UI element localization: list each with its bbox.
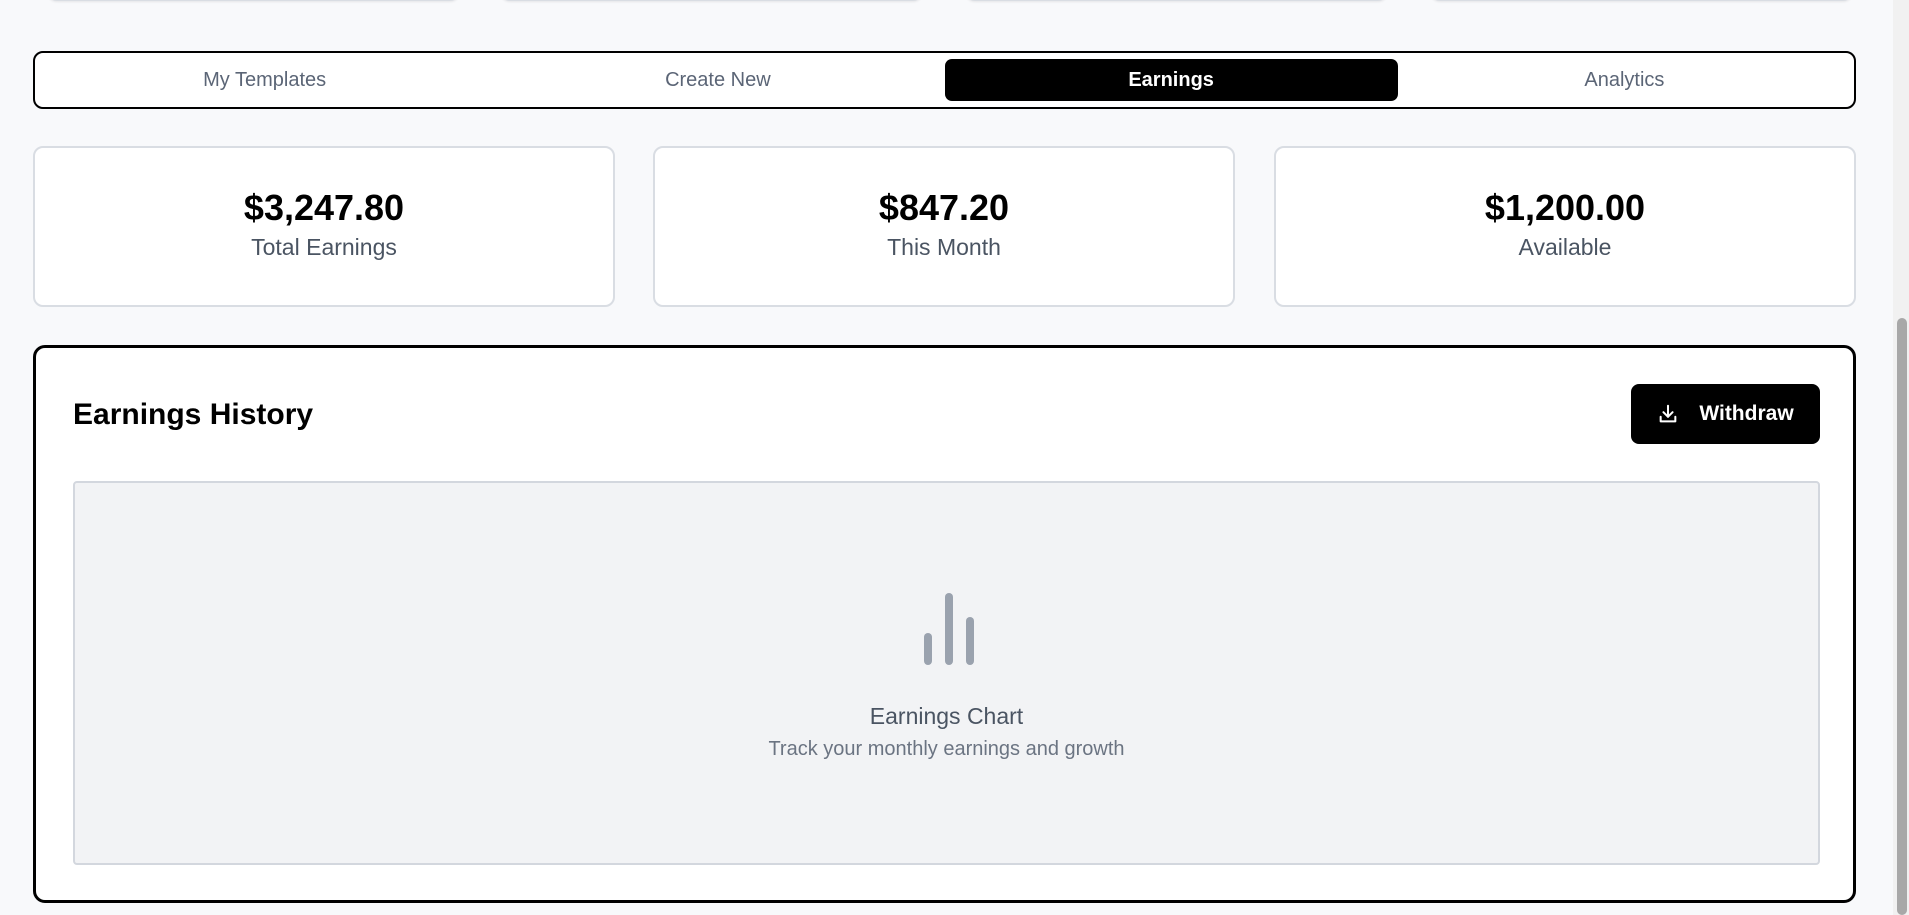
tab-earnings[interactable]: Earnings [944,59,1398,101]
earnings-history-panel: Earnings History Withdraw Earnings Chart [33,345,1856,903]
stat-value: $847.20 [878,187,1010,229]
download-icon [1657,403,1679,425]
panel-title: Earnings History [73,398,314,431]
tab-my-templates[interactable]: My Templates [38,59,491,101]
withdraw-button[interactable]: Withdraw [1631,384,1820,444]
chart-placeholder-title: Earnings Chart [869,703,1024,729]
tab-bar: My Templates Create New Earnings Analyti… [33,51,1856,109]
page: My Templates Create New Earnings Analyti… [0,0,1909,915]
earnings-chart-placeholder: Earnings Chart Track your monthly earnin… [73,481,1820,865]
scrollbar-thumb[interactable] [1897,318,1907,915]
stat-label: This Month [887,233,1001,260]
bar-chart-icon [919,591,979,672]
summary-card-partial [500,0,923,1]
stat-value: $3,247.80 [243,187,405,229]
summary-card-partial [47,0,460,1]
stat-label: Total Earnings [251,233,397,260]
stat-card-this-month: $847.20 This Month [653,146,1235,307]
summary-card-partial [965,0,1388,1]
tab-create-new[interactable]: Create New [491,59,944,101]
withdraw-label: Withdraw [1699,402,1794,425]
stat-card-available: $1,200.00 Available [1274,146,1856,307]
tab-analytics[interactable]: Analytics [1398,59,1851,101]
stat-value: $1,200.00 [1484,187,1646,229]
chart-placeholder-subtitle: Track your monthly earnings and growth [768,738,1125,760]
stat-card-total-earnings: $3,247.80 Total Earnings [33,146,615,307]
stat-label: Available [1518,233,1612,260]
summary-card-partial [1430,0,1853,1]
